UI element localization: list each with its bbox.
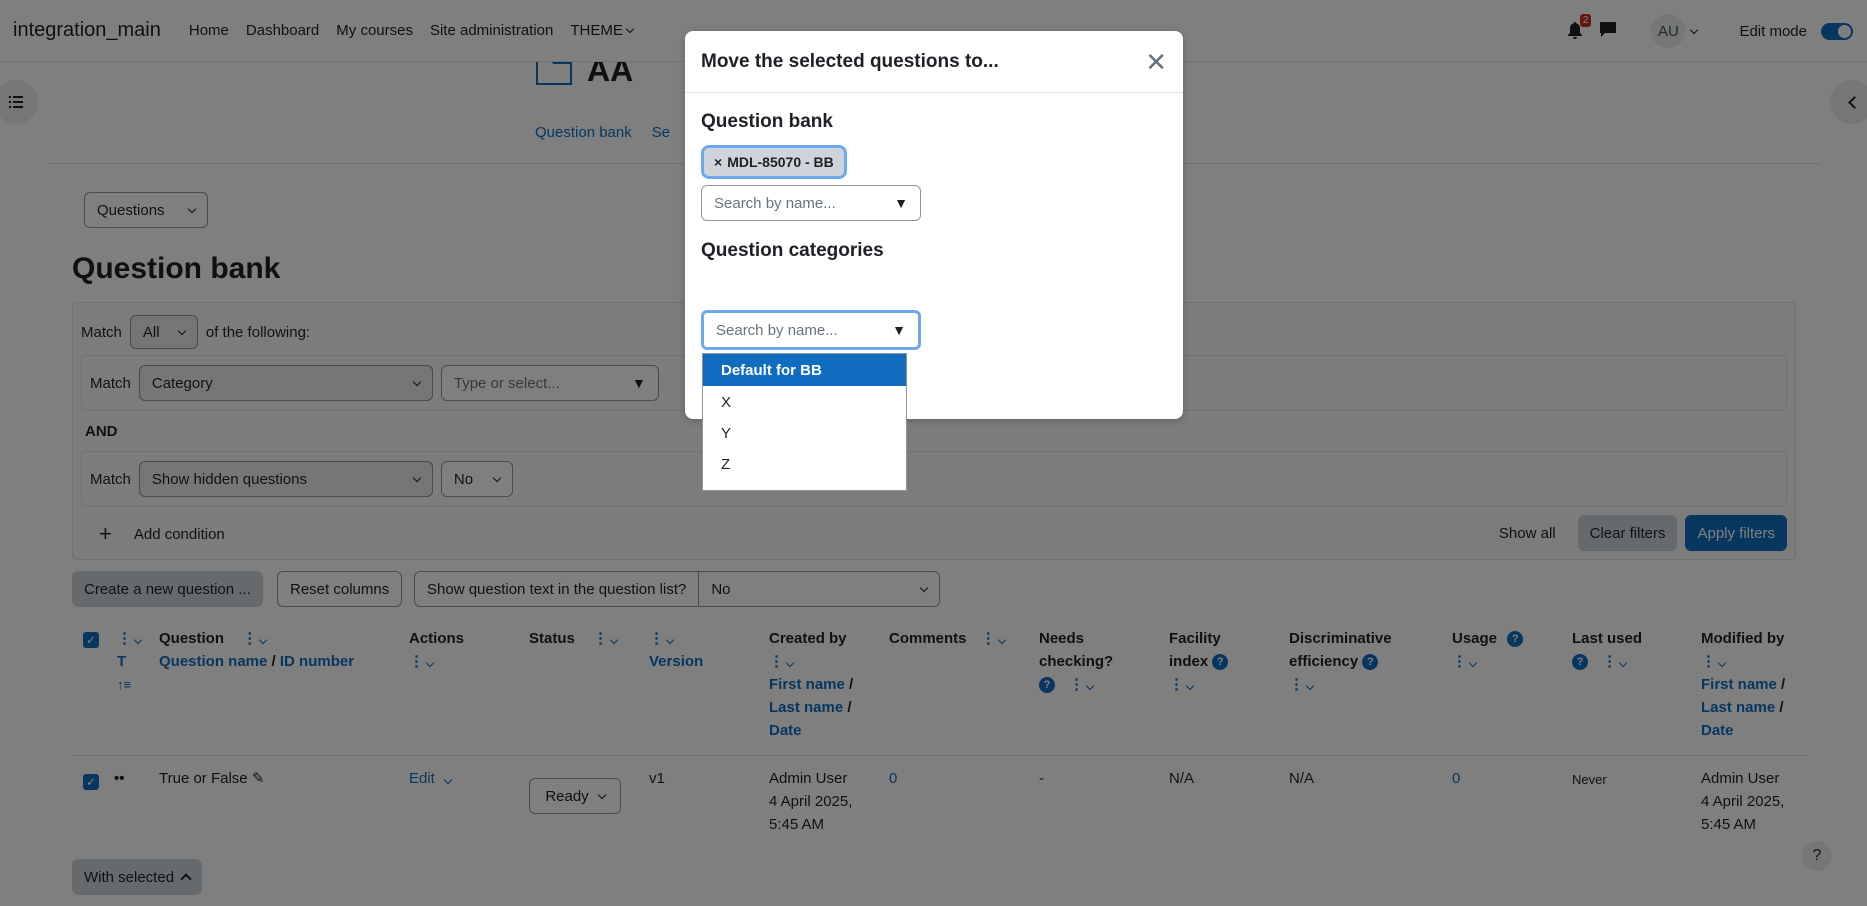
question-categories-heading: Question categories (701, 240, 884, 261)
caret-down-icon: ▼ (892, 322, 906, 338)
selected-bank-tag[interactable]: × MDL-85070 - BB (701, 145, 847, 179)
bank-search-input[interactable]: Search by name... ▼ (701, 185, 921, 221)
category-search-input[interactable]: Search by name... ▼ (701, 310, 921, 350)
modal-header: Move the selected questions to... ✕ (685, 31, 1183, 93)
selected-bank-label: MDL-85070 - BB (727, 154, 834, 170)
remove-tag-icon[interactable]: × (714, 154, 722, 170)
caret-down-icon: ▼ (894, 195, 908, 211)
modal-title: Move the selected questions to... (701, 50, 999, 72)
option-default-for-bb[interactable]: Default for BB (703, 354, 906, 386)
category-options-list: Default for BB X Y Z (702, 353, 907, 491)
option-x[interactable]: X (703, 387, 906, 417)
option-y[interactable]: Y (703, 418, 906, 448)
close-icon[interactable]: ✕ (1145, 49, 1167, 75)
option-z[interactable]: Z (703, 449, 906, 479)
category-search-placeholder: Search by name... (716, 321, 838, 339)
question-bank-heading: Question bank (701, 111, 833, 132)
bank-search-placeholder: Search by name... (714, 194, 836, 212)
